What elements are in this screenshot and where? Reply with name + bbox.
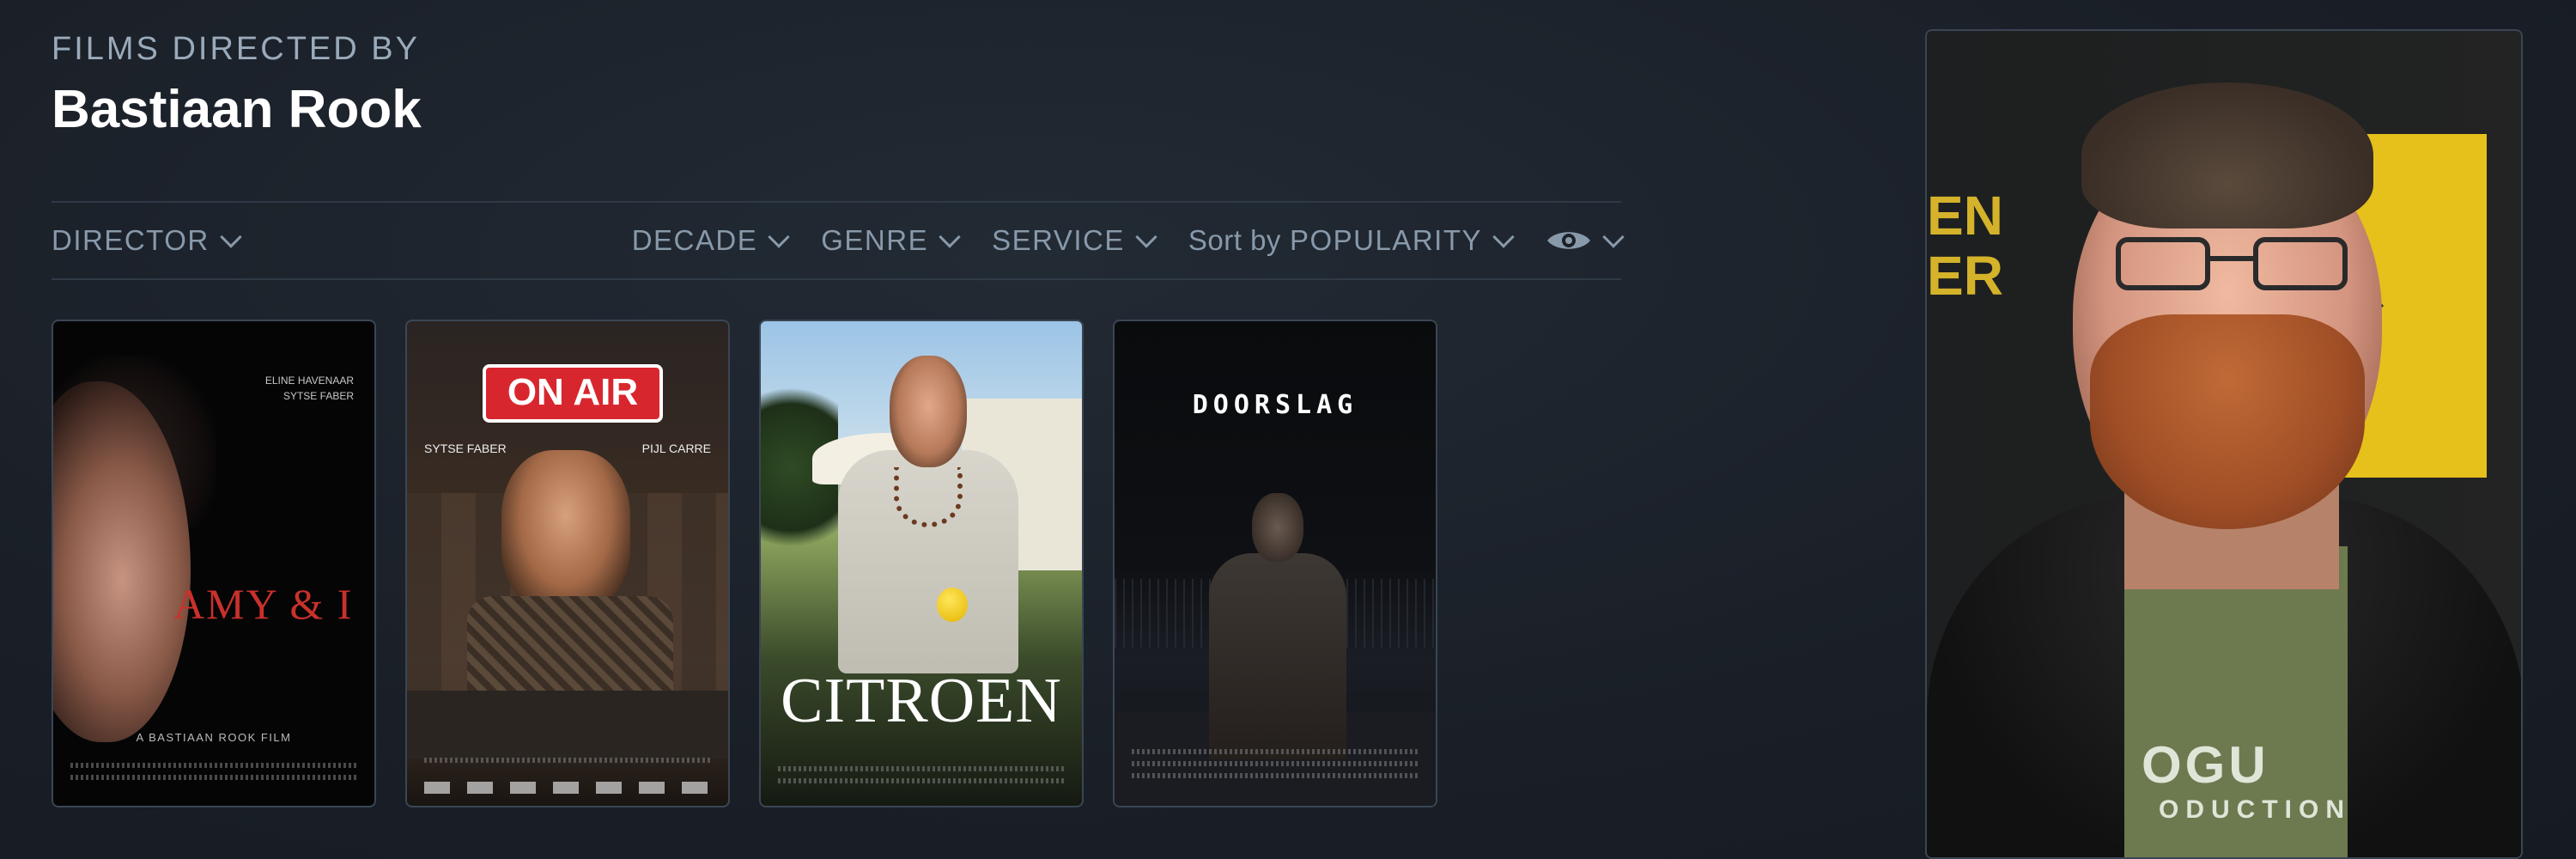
poster-grid: ELINE HAVENAAR SYTSE FABER AMY & I A BAS… xyxy=(52,320,1437,807)
poster-credits xyxy=(424,758,711,763)
director-filter-label: DIRECTOR xyxy=(52,224,210,256)
poster-credits xyxy=(778,778,1065,783)
chevron-down-icon xyxy=(1602,226,1625,248)
filter-bar: DIRECTOR DECADE GENRE SERVICE Sort by PO… xyxy=(52,201,1625,280)
page-title: Bastiaan Rook xyxy=(52,80,422,139)
chevron-down-icon xyxy=(768,226,790,248)
poster-art-face xyxy=(501,450,630,613)
poster-citroen[interactable]: CITROEN xyxy=(759,320,1084,807)
decade-filter[interactable]: DECADE xyxy=(631,224,790,257)
chevron-down-icon xyxy=(220,226,242,248)
chevron-down-icon xyxy=(1135,226,1157,248)
poster-art-face xyxy=(890,356,967,467)
poster-title: DOORSLAG xyxy=(1192,390,1358,420)
service-filter[interactable]: SERVICE xyxy=(992,224,1157,257)
poster-cast: ELINE HAVENAAR SYTSE FABER xyxy=(265,373,354,404)
poster-art-desk xyxy=(407,691,728,759)
poster-credits xyxy=(70,775,357,780)
service-filter-label: SERVICE xyxy=(992,224,1125,256)
poster-art-necklace xyxy=(894,467,963,527)
poster-amy-and-i[interactable]: ELINE HAVENAAR SYTSE FABER AMY & I A BAS… xyxy=(52,320,376,807)
photo-background-text: EN ER xyxy=(1927,185,2003,307)
sort-value: POPULARITY xyxy=(1289,224,1482,256)
poster-credits xyxy=(1132,773,1419,778)
page-eyebrow: FILMS DIRECTED BY xyxy=(52,31,420,67)
decade-filter-label: DECADE xyxy=(631,224,758,256)
sort-prefix: Sort by xyxy=(1188,224,1281,256)
poster-title: AMY & I xyxy=(173,580,354,628)
poster-doorslag[interactable]: DOORSLAG xyxy=(1113,320,1437,807)
films-by-director-page: FILMS DIRECTED BY Bastiaan Rook DIRECTOR… xyxy=(0,0,2576,859)
cast-name: SYTSE FABER xyxy=(283,390,354,402)
genre-filter[interactable]: GENRE xyxy=(821,224,961,257)
photo-tshirt-text: OGU xyxy=(2142,736,2269,794)
chevron-down-icon xyxy=(939,226,961,248)
genre-filter-label: GENRE xyxy=(821,224,929,256)
poster-credits xyxy=(70,763,357,768)
poster-title: ON AIR xyxy=(483,364,663,423)
photo-tshirt-subtext: ODUCTION xyxy=(2159,795,2351,824)
visibility-filter[interactable] xyxy=(1546,226,1625,253)
poster-credits xyxy=(1132,761,1419,766)
chevron-down-icon xyxy=(1492,226,1515,248)
filter-group-right: DECADE GENRE SERVICE Sort by POPULARITY xyxy=(631,224,1625,257)
director-photo: EN ER OGU ODUCTION xyxy=(1925,29,2523,859)
poster-title: CITROEN xyxy=(781,666,1062,736)
poster-credits xyxy=(1132,749,1419,754)
photo-beard xyxy=(2090,314,2365,529)
eye-icon xyxy=(1547,232,1590,249)
lemon-icon xyxy=(937,588,968,622)
director-filter[interactable]: DIRECTOR xyxy=(52,224,242,257)
poster-logos xyxy=(424,782,711,794)
poster-on-air[interactable]: ON AIR SYTSE FABER PIJL CARRE xyxy=(405,320,730,807)
cast-name: ELINE HAVENAAR xyxy=(264,375,354,387)
poster-tagline: A BASTIAAN ROOK FILM xyxy=(136,731,292,744)
poster-credits xyxy=(778,766,1065,771)
poster-art-figure xyxy=(1209,553,1346,759)
sort-dropdown[interactable]: Sort by POPULARITY xyxy=(1188,224,1515,257)
cast-name: SYTSE FABER xyxy=(424,442,507,455)
poster-art-face xyxy=(1252,493,1303,562)
photo-hair xyxy=(2081,82,2373,228)
cast-name: PIJL CARRE xyxy=(641,442,711,455)
glasses-icon xyxy=(2116,237,2348,297)
poster-art-shirt xyxy=(467,596,673,699)
